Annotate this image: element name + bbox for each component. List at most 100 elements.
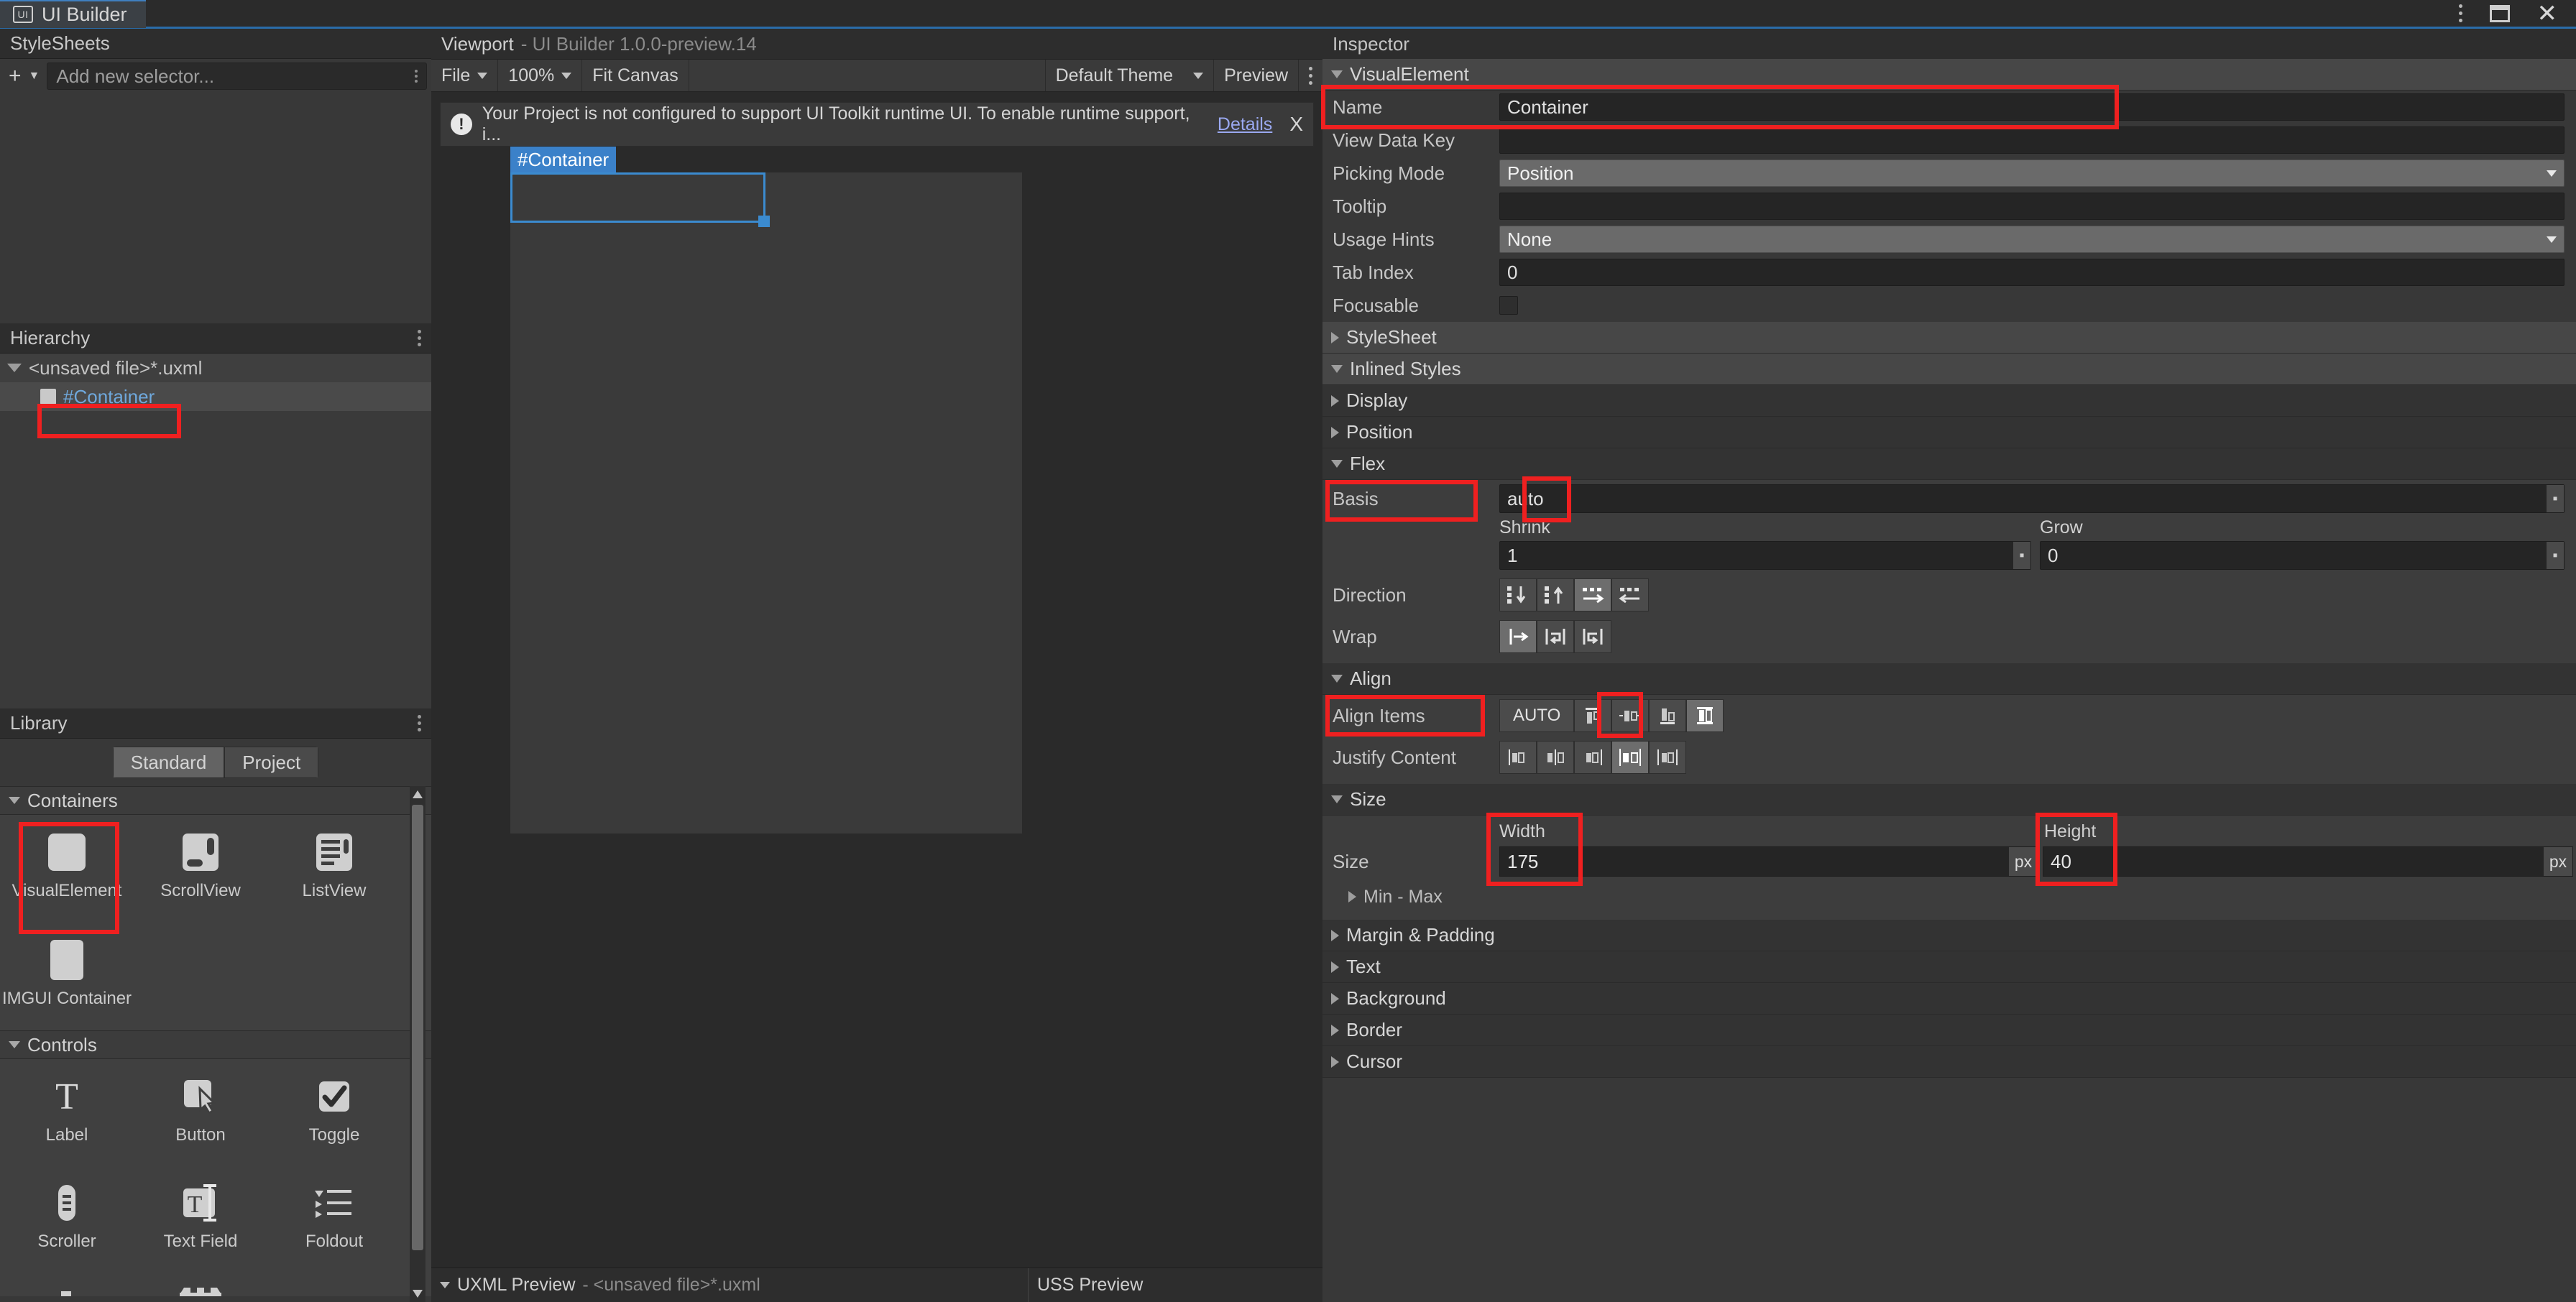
direction-row-button[interactable] xyxy=(1574,578,1611,611)
view-data-key-input[interactable] xyxy=(1499,126,2564,154)
list-item[interactable]: #Container xyxy=(0,382,431,411)
usage-hints-value: None xyxy=(1507,228,1552,250)
library-item-label[interactable]: T Label xyxy=(0,1059,134,1165)
section-visualelement-label: VisualElement xyxy=(1350,63,1469,85)
library-item-foldout[interactable]: Foldout xyxy=(267,1165,401,1272)
direction-row-reverse-button[interactable] xyxy=(1611,578,1649,611)
maximize-icon[interactable] xyxy=(2489,4,2510,22)
preview-button[interactable]: Preview xyxy=(1214,60,1299,91)
wrap-button[interactable] xyxy=(1537,620,1574,653)
align-items-auto-button[interactable]: AUTO xyxy=(1499,699,1575,732)
chevron-down-icon[interactable] xyxy=(7,364,22,372)
library-scrollbar[interactable] xyxy=(410,786,426,1302)
stepper-nub[interactable]: ▪ xyxy=(2547,542,2564,569)
zoom-level-dropdown[interactable]: 100% xyxy=(498,60,583,91)
details-link[interactable]: Details xyxy=(1218,114,1272,135)
section-text[interactable]: Text xyxy=(1322,951,2576,983)
library-item-listview[interactable]: ListView xyxy=(267,815,401,921)
library-item-visualelement[interactable]: VisualElement xyxy=(0,815,134,921)
library-item-scrollview[interactable]: ScrollView xyxy=(134,815,267,921)
section-align[interactable]: Align xyxy=(1322,663,2576,695)
section-position[interactable]: Position xyxy=(1322,417,2576,448)
tab-ui-builder[interactable]: UI UI Builder xyxy=(0,0,146,28)
align-items-stretch-button[interactable] xyxy=(1686,699,1724,732)
section-margin-padding[interactable]: Margin & Padding xyxy=(1322,920,2576,951)
section-background[interactable]: Background xyxy=(1322,983,2576,1015)
section-flex[interactable]: Flex xyxy=(1322,448,2576,480)
library-section-controls[interactable]: Controls xyxy=(0,1030,431,1059)
library-item-imgui-container[interactable]: IMGUI Container xyxy=(0,923,134,1029)
library-item-scroller[interactable]: Scroller xyxy=(0,1165,134,1272)
kebab-menu-icon[interactable] xyxy=(2458,4,2462,22)
justify-center-button[interactable] xyxy=(1537,741,1574,774)
section-size[interactable]: Size xyxy=(1322,784,2576,816)
wrap-nowrap-button[interactable] xyxy=(1499,620,1537,653)
design-canvas[interactable]: e>* #Container xyxy=(510,147,1022,834)
add-stylesheet-button[interactable]: + ▼ xyxy=(4,64,47,88)
kebab-menu-icon[interactable] xyxy=(418,715,421,731)
close-icon[interactable]: ✕ xyxy=(2537,1,2558,26)
justify-content-label: Justify Content xyxy=(1333,746,1456,768)
tab-project[interactable]: Project xyxy=(224,747,319,778)
library-item-button[interactable]: Button xyxy=(134,1059,267,1165)
viewport-menu-button[interactable] xyxy=(1299,60,1322,91)
viewport-toolbar: File 100% Fit Canvas Default Theme Previ… xyxy=(431,59,1322,92)
usage-hints-dropdown[interactable]: None xyxy=(1499,226,2564,253)
tab-index-input[interactable]: 0 xyxy=(1499,259,2564,286)
close-icon[interactable]: X xyxy=(1289,113,1303,136)
section-border[interactable]: Border xyxy=(1322,1015,2576,1046)
resize-handle[interactable] xyxy=(758,216,770,227)
scroll-up-icon[interactable] xyxy=(413,790,423,798)
file-menu-button[interactable]: File xyxy=(431,60,499,91)
field-min-max[interactable]: Min - Max xyxy=(1322,881,2576,913)
justify-space-between-button[interactable] xyxy=(1611,741,1649,774)
height-input[interactable]: 40 px xyxy=(2043,846,2573,877)
library-item-slider[interactable] xyxy=(0,1272,134,1296)
scroll-down-icon[interactable] xyxy=(413,1290,423,1298)
chevron-down-icon[interactable] xyxy=(440,1282,450,1288)
min-max-label: Min - Max xyxy=(1363,886,1443,907)
library-item-toggle[interactable]: Toggle xyxy=(267,1059,401,1165)
name-input[interactable]: Container xyxy=(1499,93,2564,121)
wrap-reverse-button[interactable] xyxy=(1574,620,1611,653)
direction-column-reverse-button[interactable] xyxy=(1537,578,1574,611)
section-stylesheet[interactable]: StyleSheet xyxy=(1322,322,2576,354)
selected-element-outline[interactable] xyxy=(510,172,770,227)
tab-uxml-preview[interactable]: UXML Preview - <unsaved file>*.uxml xyxy=(431,1268,1028,1302)
justify-space-around-button[interactable] xyxy=(1649,741,1686,774)
tab-uss-preview[interactable]: USS Preview xyxy=(1029,1268,1151,1302)
section-inlined-styles[interactable]: Inlined Styles xyxy=(1322,354,2576,385)
theme-dropdown[interactable]: Default Theme xyxy=(1046,60,1215,91)
tab-standard[interactable]: Standard xyxy=(112,747,225,778)
direction-column-button[interactable] xyxy=(1499,578,1537,611)
section-display[interactable]: Display xyxy=(1322,385,2576,417)
stepper-nub[interactable]: ▪ xyxy=(2013,542,2030,569)
kebab-menu-icon[interactable] xyxy=(415,70,418,83)
visual-element-icon xyxy=(40,389,56,405)
library-section-containers[interactable]: Containers xyxy=(0,786,431,815)
align-items-flex-end-button[interactable] xyxy=(1649,699,1687,732)
section-visualelement[interactable]: VisualElement xyxy=(1322,59,2576,91)
grow-input[interactable]: 0 ▪ xyxy=(2040,541,2564,570)
slider-icon xyxy=(45,1283,88,1296)
kebab-menu-icon[interactable] xyxy=(418,330,421,346)
focusable-checkbox[interactable] xyxy=(1499,296,1518,315)
picking-mode-dropdown[interactable]: Position xyxy=(1499,160,2564,187)
list-item[interactable]: <unsaved file>*.uxml xyxy=(0,354,431,382)
align-items-flex-start-button[interactable] xyxy=(1574,699,1612,732)
width-input[interactable]: 175 px xyxy=(1499,846,2038,877)
justify-flex-start-button[interactable] xyxy=(1499,741,1537,774)
section-cursor[interactable]: Cursor xyxy=(1322,1046,2576,1078)
basis-input[interactable]: auto ▪ xyxy=(1499,484,2564,513)
shrink-input[interactable]: 1 ▪ xyxy=(1499,541,2031,570)
justify-flex-end-button[interactable] xyxy=(1574,741,1611,774)
add-new-selector-input[interactable]: Add new selector... xyxy=(47,63,427,90)
library-item-min-max[interactable]: Min-Max xyxy=(134,1272,267,1296)
stepper-nub[interactable]: ▪ xyxy=(2547,485,2564,512)
scrollbar-thumb[interactable] xyxy=(412,805,423,1250)
tooltip-input[interactable] xyxy=(1499,193,2564,220)
library-item-text-field[interactable]: T Text Field xyxy=(134,1165,267,1272)
field-picking-mode: Picking Mode Position xyxy=(1322,157,2576,190)
fit-canvas-button[interactable]: Fit Canvas xyxy=(582,60,689,91)
align-items-center-button[interactable] xyxy=(1611,699,1650,732)
